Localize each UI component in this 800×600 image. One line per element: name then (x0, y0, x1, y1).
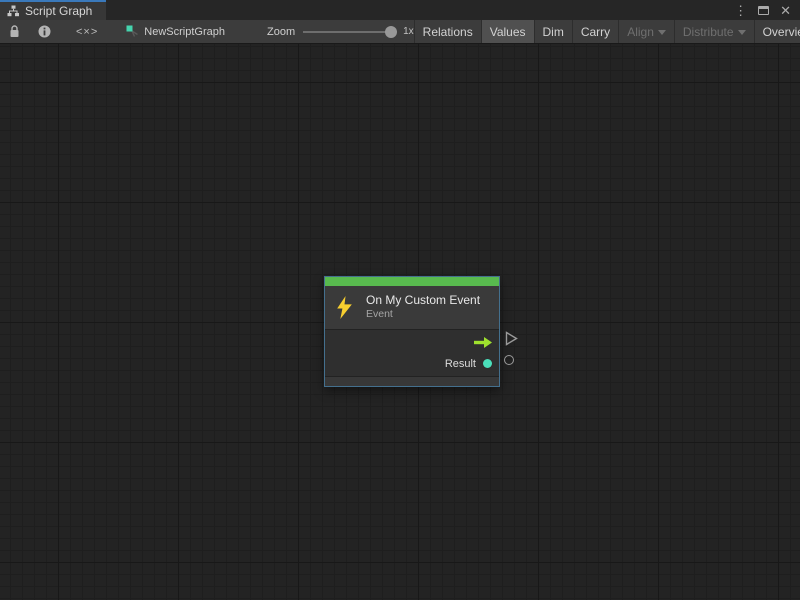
node-title: On My Custom Event (366, 293, 480, 308)
script-graph-window: Script Graph ⋮ ✕ <×> (0, 0, 800, 600)
external-flow-port-icon[interactable] (505, 331, 518, 346)
zoom-label: Zoom (267, 26, 295, 38)
relations-label: Relations (423, 25, 473, 39)
distribute-dropdown[interactable]: Distribute (674, 20, 754, 43)
carry-label: Carry (581, 25, 610, 39)
titlebar-controls: ⋮ ✕ (734, 0, 800, 20)
tab-script-graph[interactable]: Script Graph (0, 0, 106, 20)
node-titles: On My Custom Event Event (366, 293, 480, 321)
zoom-value: 1x (403, 26, 414, 37)
graph-hierarchy-icon (7, 5, 20, 17)
node-event-accent-bar (325, 277, 499, 286)
graph-asset-reference[interactable]: NewScriptGraph (114, 20, 235, 43)
chevron-down-icon (738, 30, 746, 35)
node-subtitle: Event (366, 308, 480, 321)
overview-button[interactable]: Overview (754, 20, 800, 43)
inspect-button[interactable] (29, 20, 60, 43)
toolbar-toggle-buttons: Relations Values Dim Carry Align Distrib… (414, 20, 800, 43)
overview-label: Overview (763, 25, 800, 39)
window-menu-icon[interactable]: ⋮ (734, 4, 747, 17)
flow-arrow-icon (474, 337, 492, 348)
flow-output-port-row[interactable] (325, 332, 499, 353)
zoom-slider[interactable] (303, 31, 395, 33)
edit-source-button[interactable]: <×> (60, 20, 114, 43)
relations-button[interactable]: Relations (414, 20, 481, 43)
node-ports: Result (325, 329, 499, 376)
close-icon[interactable]: ✕ (780, 4, 791, 17)
distribute-label: Distribute (683, 25, 734, 39)
values-label: Values (490, 25, 526, 39)
info-icon (38, 25, 51, 38)
zoom-control: Zoom 1x (267, 20, 414, 43)
value-port-dot-icon[interactable] (483, 359, 492, 368)
toolbar: <×> NewScriptGraph Zoom 1x Relations Val… (0, 20, 800, 44)
dim-label: Dim (543, 25, 564, 39)
node-header[interactable]: On My Custom Event Event (325, 286, 499, 329)
lock-icon (9, 25, 20, 38)
tab-title: Script Graph (25, 4, 92, 18)
chevron-down-icon (658, 30, 666, 35)
result-output-port-row[interactable]: Result (325, 353, 499, 374)
titlebar: Script Graph ⋮ ✕ (0, 0, 800, 20)
lock-button[interactable] (0, 20, 29, 43)
graph-asset-name: NewScriptGraph (144, 26, 225, 38)
maximize-icon[interactable] (758, 6, 769, 15)
result-port-label: Result (445, 358, 476, 370)
values-button[interactable]: Values (481, 20, 534, 43)
dim-button[interactable]: Dim (534, 20, 572, 43)
code-icon: <×> (76, 26, 98, 38)
carry-button[interactable]: Carry (572, 20, 618, 43)
graph-canvas[interactable]: On My Custom Event Event Result (0, 44, 800, 600)
node-footer (325, 376, 499, 386)
align-dropdown[interactable]: Align (618, 20, 674, 43)
zoom-slider-handle[interactable] (385, 26, 397, 38)
external-value-port-icon[interactable] (504, 355, 514, 365)
node-on-my-custom-event[interactable]: On My Custom Event Event Result (324, 276, 500, 387)
align-label: Align (627, 25, 654, 39)
lightning-bolt-icon (336, 296, 353, 319)
graph-asset-icon (126, 25, 139, 38)
